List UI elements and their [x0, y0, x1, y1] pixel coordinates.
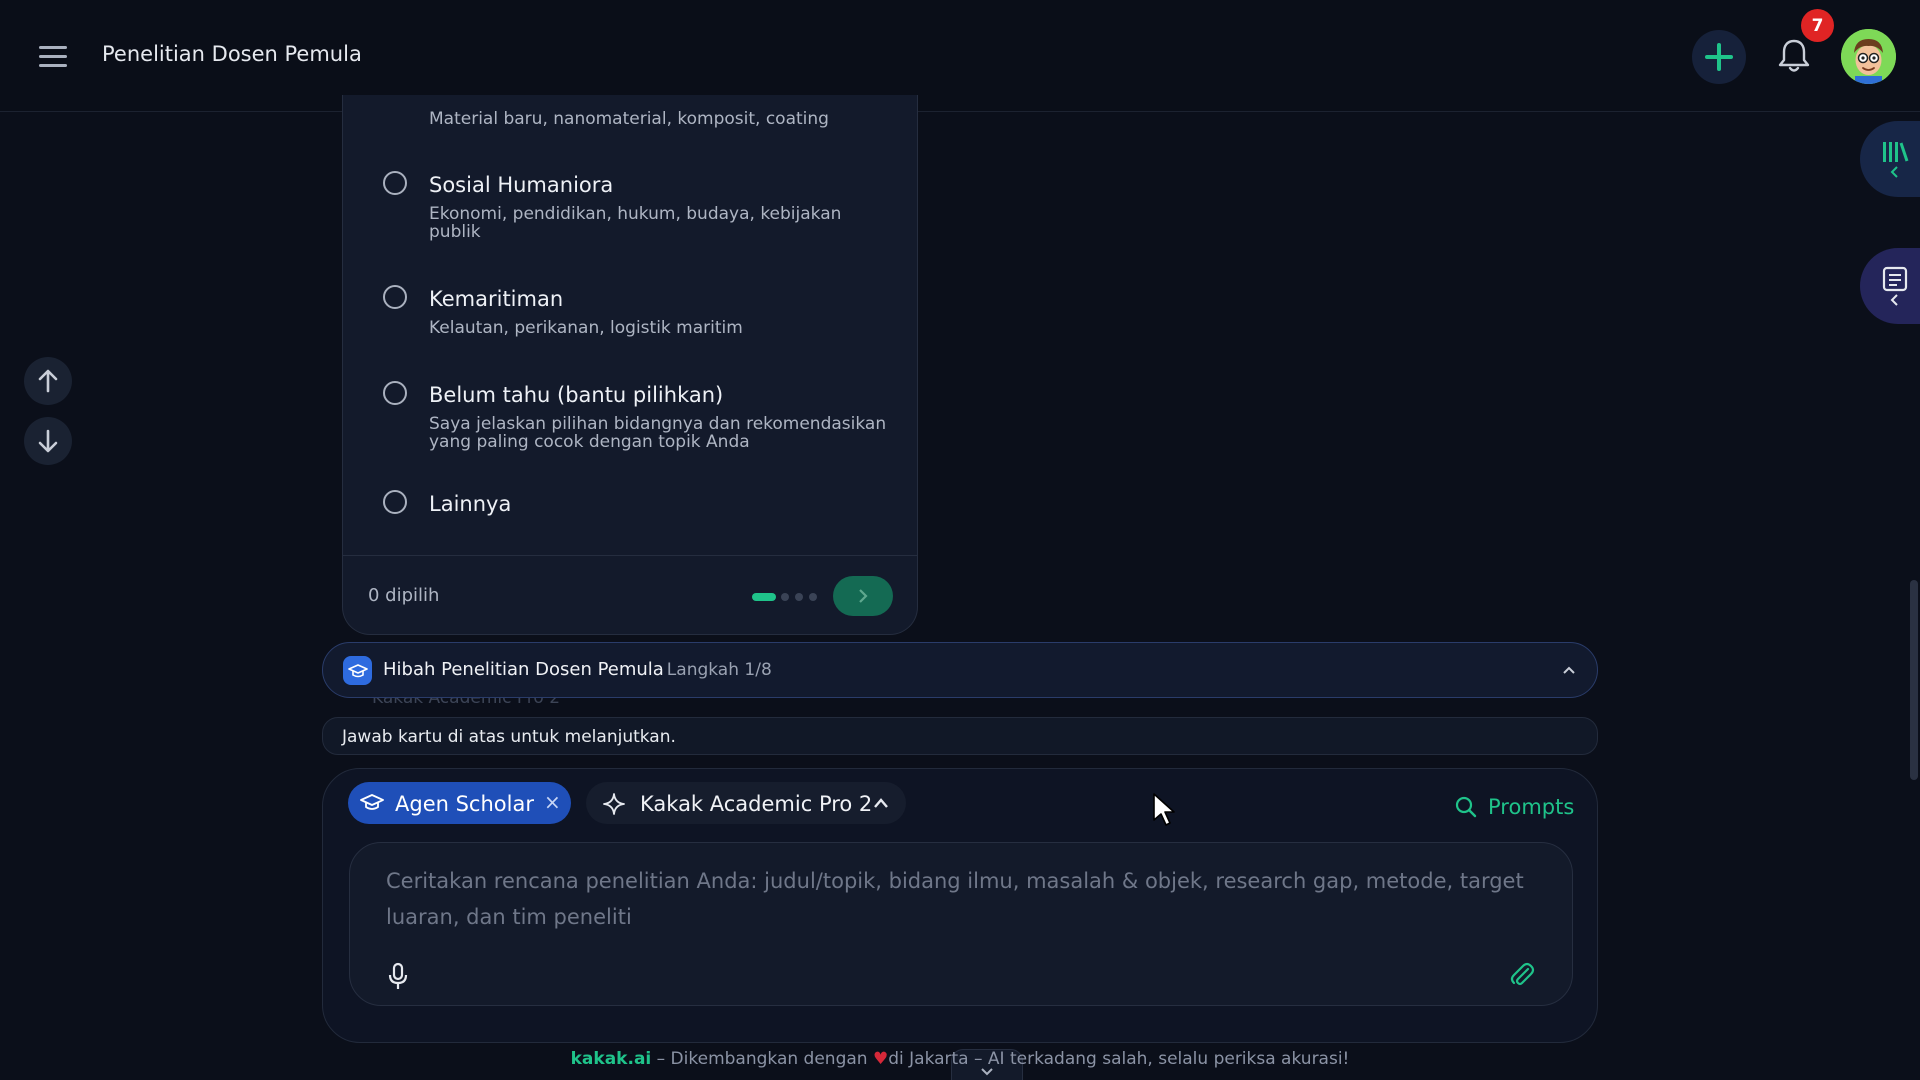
- option-title: Kemaritiman: [429, 287, 564, 311]
- workflow-title: Hibah Penelitian Dosen Pemula: [383, 659, 664, 680]
- scroll-up-button[interactable]: [24, 357, 72, 405]
- library-icon: [1883, 142, 1909, 162]
- workflow-step: · Langkah 1/8: [656, 660, 772, 680]
- page-dot: [795, 593, 803, 601]
- option-title: Belum tahu (bantu pilihkan): [429, 383, 724, 407]
- card-divider: [343, 555, 917, 556]
- option-description: Ekonomi, pendidikan, hukum, budaya, kebi…: [429, 204, 842, 242]
- agent-chip[interactable]: Agen Scholar ×: [348, 782, 571, 824]
- search-icon: [1455, 796, 1477, 818]
- footer-brand-link[interactable]: kakak.ai: [571, 1049, 652, 1069]
- arrow-up-icon: [38, 369, 58, 393]
- graduation-cap-icon: [347, 663, 368, 677]
- menu-icon[interactable]: [36, 40, 70, 74]
- radio-button[interactable]: [383, 490, 407, 514]
- outline-icon: [1882, 266, 1908, 292]
- footer-text-end: di Jakarta – AI terkadang salah, selalu …: [888, 1049, 1350, 1069]
- footer-text: – Dikembangkan dengan: [651, 1049, 873, 1069]
- selected-count: 0 dipilih: [368, 585, 440, 606]
- footer: kakak.ai – Dikembangkan dengan ♥di Jakar…: [0, 1049, 1920, 1069]
- radio-button[interactable]: [383, 171, 407, 195]
- top-header: Penelitian Dosen Pemula 7: [0, 0, 1920, 112]
- option-title: Sosial Humaniora: [429, 173, 614, 197]
- chevron-left-icon: [1890, 294, 1898, 306]
- graduation-cap-icon: [360, 794, 384, 810]
- workflow-progress-bar[interactable]: Hibah Penelitian Dosen Pemula · Langkah …: [322, 642, 1598, 698]
- heart-icon: ♥: [872, 1049, 889, 1069]
- agent-chip-label: Agen Scholar: [395, 792, 534, 816]
- option-description: Saya jelaskan pilihan bidangnya dan reko…: [429, 414, 887, 452]
- avatar-illustration: [1841, 29, 1896, 84]
- paperclip-icon: [1510, 962, 1535, 986]
- page-dot: [752, 593, 776, 601]
- page-title: Penelitian Dosen Pemula: [102, 42, 362, 66]
- new-chat-button[interactable]: [1692, 30, 1746, 84]
- notification-badge: 7: [1801, 9, 1834, 42]
- chevron-up-icon[interactable]: [1560, 661, 1578, 679]
- message-placeholder: Ceritakan rencana penelitian Anda: judul…: [386, 869, 1524, 929]
- notifications-button[interactable]: [1774, 36, 1814, 76]
- option-description: Material baru, nanomaterial, komposit, c…: [429, 109, 829, 129]
- mic-icon: [388, 962, 408, 989]
- chevron-right-icon: [859, 589, 868, 603]
- attach-file-button[interactable]: [1508, 961, 1536, 993]
- workflow-icon: [343, 656, 372, 685]
- page-dot: [809, 593, 817, 601]
- composer: Agen Scholar × Kakak Academic Pro 2 Prom…: [322, 768, 1598, 1080]
- chevron-left-icon: [1890, 166, 1898, 178]
- radio-button[interactable]: [383, 381, 407, 405]
- arrow-down-icon: [38, 429, 58, 453]
- voice-input-button[interactable]: [386, 961, 410, 995]
- sparkle-icon: [603, 793, 625, 815]
- remove-agent-button[interactable]: ×: [544, 790, 561, 814]
- page-dot: [781, 593, 789, 601]
- chevron-up-icon: [874, 798, 888, 808]
- option-title: Lainnya: [429, 492, 512, 516]
- radio-button[interactable]: [383, 285, 407, 309]
- prompts-label: Prompts: [1488, 795, 1575, 819]
- model-selector[interactable]: Kakak Academic Pro 2: [586, 782, 906, 824]
- avatar[interactable]: [1841, 29, 1896, 84]
- plus-icon: [1705, 43, 1733, 71]
- hint-banner: Jawab kartu di atas untuk melanjutkan.: [322, 717, 1598, 755]
- model-label: Kakak Academic Pro 2: [640, 792, 873, 816]
- option-description: Kelautan, perikanan, logistik maritim: [429, 318, 743, 338]
- scroll-down-button[interactable]: [24, 417, 72, 465]
- question-card: Material baru, nanomaterial, komposit, c…: [342, 95, 918, 635]
- message-input[interactable]: Ceritakan rencana penelitian Anda: judul…: [349, 842, 1573, 1080]
- next-button[interactable]: [833, 576, 893, 616]
- scrollbar-thumb[interactable]: [1910, 580, 1918, 780]
- hint-text: Jawab kartu di atas untuk melanjutkan.: [342, 727, 676, 747]
- bell-icon: [1778, 39, 1810, 72]
- mouse-cursor-icon: [1153, 793, 1175, 826]
- prompts-button[interactable]: Prompts: [1454, 792, 1574, 822]
